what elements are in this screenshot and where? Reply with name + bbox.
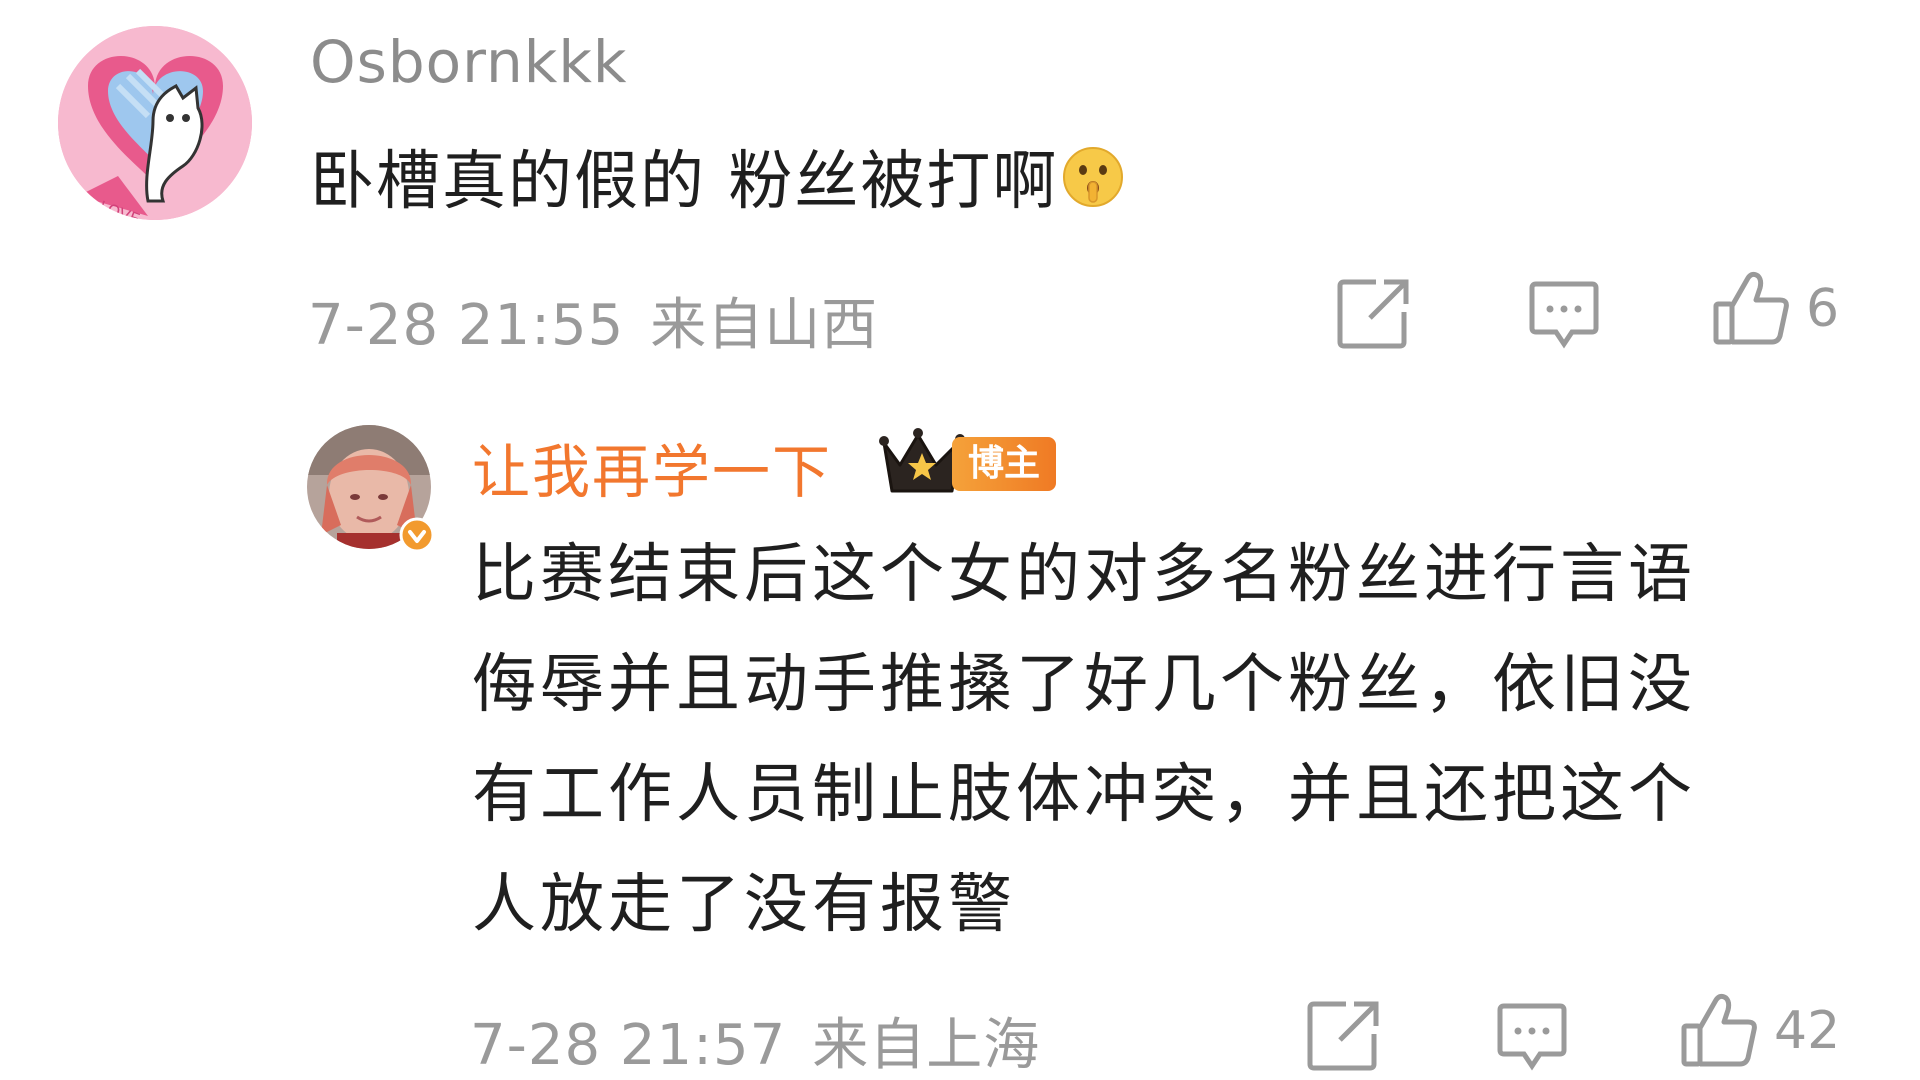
shushing-face-emoji-icon <box>1062 146 1124 224</box>
reply-item: 让我再学一下 博主 比赛结束后这个女的对多名粉丝进行言语 侮辱并且动手推搡了好几… <box>0 400 1920 1080</box>
comment-item: LOVE Osbornkkk 卧槽真的假的 粉丝被打啊 7-28 21:55 来自… <box>0 0 1920 400</box>
username[interactable]: Osbornkkk <box>310 28 628 96</box>
avatar[interactable] <box>307 425 435 553</box>
thumbs-up-icon <box>1713 271 1789 345</box>
verified-badge-icon <box>399 517 435 553</box>
thumbs-up-icon <box>1681 993 1757 1067</box>
share-button[interactable] <box>1336 276 1412 350</box>
comment-text: 卧槽真的假的 粉丝被打啊 <box>310 130 1124 224</box>
comment-text-line: 人放走了没有报警 <box>472 868 1016 942</box>
blogger-badge: 博主 <box>952 437 1056 491</box>
like-count: 42 <box>1774 1001 1841 1061</box>
like-button[interactable]: 6 <box>1712 270 1839 348</box>
share-icon <box>1337 279 1409 349</box>
share-button[interactable] <box>1306 998 1382 1072</box>
username[interactable]: 让我再学一下 <box>472 425 832 509</box>
location: 来自上海 <box>812 1013 1041 1078</box>
comment-meta: 7-28 21:57 来自上海 <box>470 1000 1040 1080</box>
comment-text-line: 有工作人员制止肢体冲突，并且还把这个 <box>472 758 1696 832</box>
comment-icon <box>1497 1003 1567 1071</box>
comment-text-line: 侮辱并且动手推搡了好几个粉丝，依旧没 <box>472 648 1696 722</box>
timestamp: 7-28 21:57 <box>470 1013 787 1078</box>
comment-text-content: 卧槽真的假的 粉丝被打啊 <box>310 145 1059 219</box>
avatar[interactable]: LOVE <box>58 26 252 220</box>
timestamp: 7-28 21:55 <box>308 293 625 358</box>
like-button[interactable]: 42 <box>1680 992 1840 1070</box>
comment-icon <box>1529 281 1599 349</box>
location: 来自山西 <box>650 293 879 358</box>
comment-thread: LOVE Osbornkkk 卧槽真的假的 粉丝被打啊 7-28 21:55 来自… <box>0 0 1920 1080</box>
comment-text: 比赛结束后这个女的对多名粉丝进行言语 侮辱并且动手推搡了好几个粉丝，依旧没 有工… <box>472 520 1872 960</box>
comment-meta: 7-28 21:55 来自山西 <box>308 280 878 361</box>
share-icon <box>1307 1001 1379 1071</box>
reply-button[interactable] <box>1528 278 1600 350</box>
comment-text-line: 比赛结束后这个女的对多名粉丝进行言语 <box>472 538 1696 612</box>
reply-button[interactable] <box>1496 1000 1568 1072</box>
like-count: 6 <box>1806 279 1840 339</box>
avatar-image: LOVE <box>58 26 252 220</box>
